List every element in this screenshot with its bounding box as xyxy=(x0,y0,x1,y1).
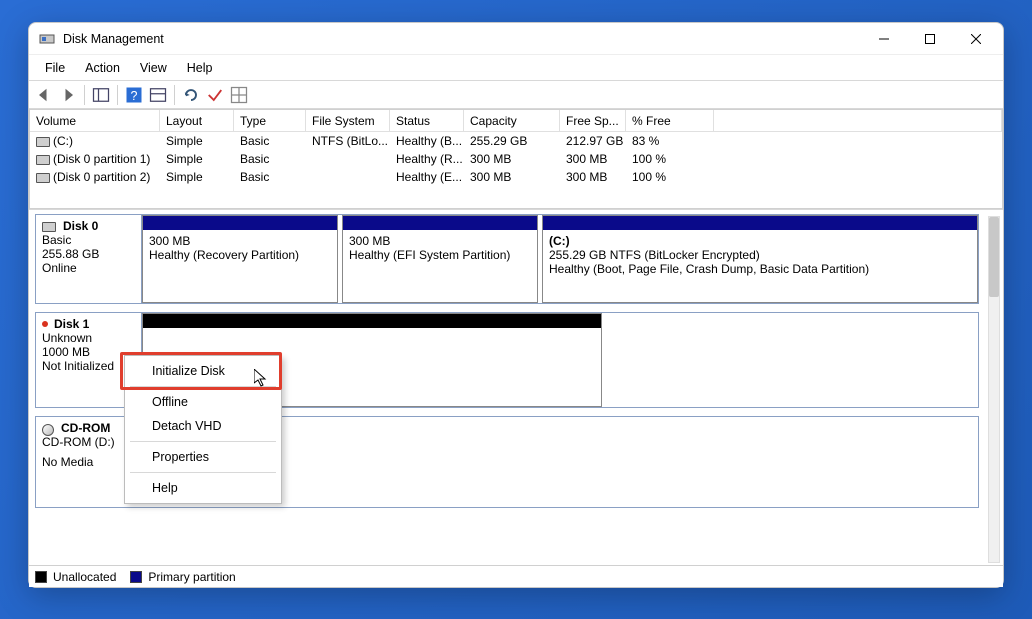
col-freespace[interactable]: Free Sp... xyxy=(560,110,626,132)
legend-label: Unallocated xyxy=(53,570,116,584)
show-hide-button[interactable] xyxy=(90,84,112,106)
forward-button[interactable] xyxy=(57,84,79,106)
partition-bar xyxy=(543,216,977,230)
col-layout[interactable]: Layout xyxy=(160,110,234,132)
partition-c-drive[interactable]: (C:) 255.29 GB NTFS (BitLocker Encrypted… xyxy=(542,215,978,303)
context-menu: Initialize Disk Offline Detach VHD Prope… xyxy=(124,355,282,504)
partition-efi[interactable]: 300 MB Healthy (EFI System Partition) xyxy=(342,215,538,303)
ctx-help[interactable]: Help xyxy=(128,476,278,500)
partition-bar xyxy=(343,216,537,230)
titlebar: Disk Management xyxy=(29,23,1003,55)
toolbar: ? xyxy=(29,81,1003,109)
disk-icon xyxy=(36,137,50,147)
disk-icon xyxy=(36,155,50,165)
error-icon xyxy=(42,321,48,327)
menu-view[interactable]: View xyxy=(130,59,177,77)
view-list-icon[interactable] xyxy=(147,84,169,106)
col-type[interactable]: Type xyxy=(234,110,306,132)
partition-bar xyxy=(143,216,337,230)
separator xyxy=(130,386,276,387)
volume-table-body: (C:) Simple Basic NTFS (BitLo... Healthy… xyxy=(30,132,1002,208)
disk-icon xyxy=(42,222,56,232)
volume-table: Volume Layout Type File System Status Ca… xyxy=(29,109,1003,209)
ctx-offline[interactable]: Offline xyxy=(128,390,278,414)
ctx-properties[interactable]: Properties xyxy=(128,445,278,469)
col-status[interactable]: Status xyxy=(390,110,464,132)
col-spacer xyxy=(714,110,1002,132)
legend-label: Primary partition xyxy=(148,570,235,584)
app-icon xyxy=(39,31,55,47)
volume-table-header: Volume Layout Type File System Status Ca… xyxy=(30,110,1002,132)
cd-icon xyxy=(42,424,54,436)
menu-action[interactable]: Action xyxy=(75,59,130,77)
maximize-button[interactable] xyxy=(907,24,953,54)
vertical-scrollbar[interactable] xyxy=(988,216,1000,563)
help-icon[interactable]: ? xyxy=(123,84,145,106)
window-title: Disk Management xyxy=(63,32,861,46)
legend: Unallocated Primary partition xyxy=(29,565,1003,587)
scrollbar-thumb[interactable] xyxy=(989,217,999,297)
legend-swatch-primary xyxy=(130,571,142,583)
close-button[interactable] xyxy=(953,24,999,54)
col-pctfree[interactable]: % Free xyxy=(626,110,714,132)
minimize-button[interactable] xyxy=(861,24,907,54)
separator xyxy=(130,472,276,473)
legend-swatch-unallocated xyxy=(35,571,47,583)
refresh-icon[interactable] xyxy=(180,84,202,106)
ctx-initialize-disk[interactable]: Initialize Disk xyxy=(128,359,278,383)
ctx-detach-vhd[interactable]: Detach VHD xyxy=(128,414,278,438)
col-volume[interactable]: Volume xyxy=(30,110,160,132)
svg-text:?: ? xyxy=(131,89,138,103)
menu-help[interactable]: Help xyxy=(177,59,223,77)
disk-icon xyxy=(36,173,50,183)
separator xyxy=(130,441,276,442)
disk0-info[interactable]: Disk 0 Basic 255.88 GB Online xyxy=(36,215,142,303)
partition-bar xyxy=(143,314,601,328)
disk-row-disk0: Disk 0 Basic 255.88 GB Online 300 MB Hea… xyxy=(35,214,979,304)
col-filesystem[interactable]: File System xyxy=(306,110,390,132)
partition-recovery[interactable]: 300 MB Healthy (Recovery Partition) xyxy=(142,215,338,303)
grid-icon[interactable] xyxy=(228,84,250,106)
col-capacity[interactable]: Capacity xyxy=(464,110,560,132)
table-row[interactable]: (Disk 0 partition 2) Simple Basic Health… xyxy=(30,168,1002,186)
menu-file[interactable]: File xyxy=(35,59,75,77)
menubar: File Action View Help xyxy=(29,55,1003,81)
checkmark-icon[interactable] xyxy=(204,84,226,106)
table-row[interactable]: (C:) Simple Basic NTFS (BitLo... Healthy… xyxy=(30,132,1002,150)
back-button[interactable] xyxy=(33,84,55,106)
table-row[interactable]: (Disk 0 partition 1) Simple Basic Health… xyxy=(30,150,1002,168)
